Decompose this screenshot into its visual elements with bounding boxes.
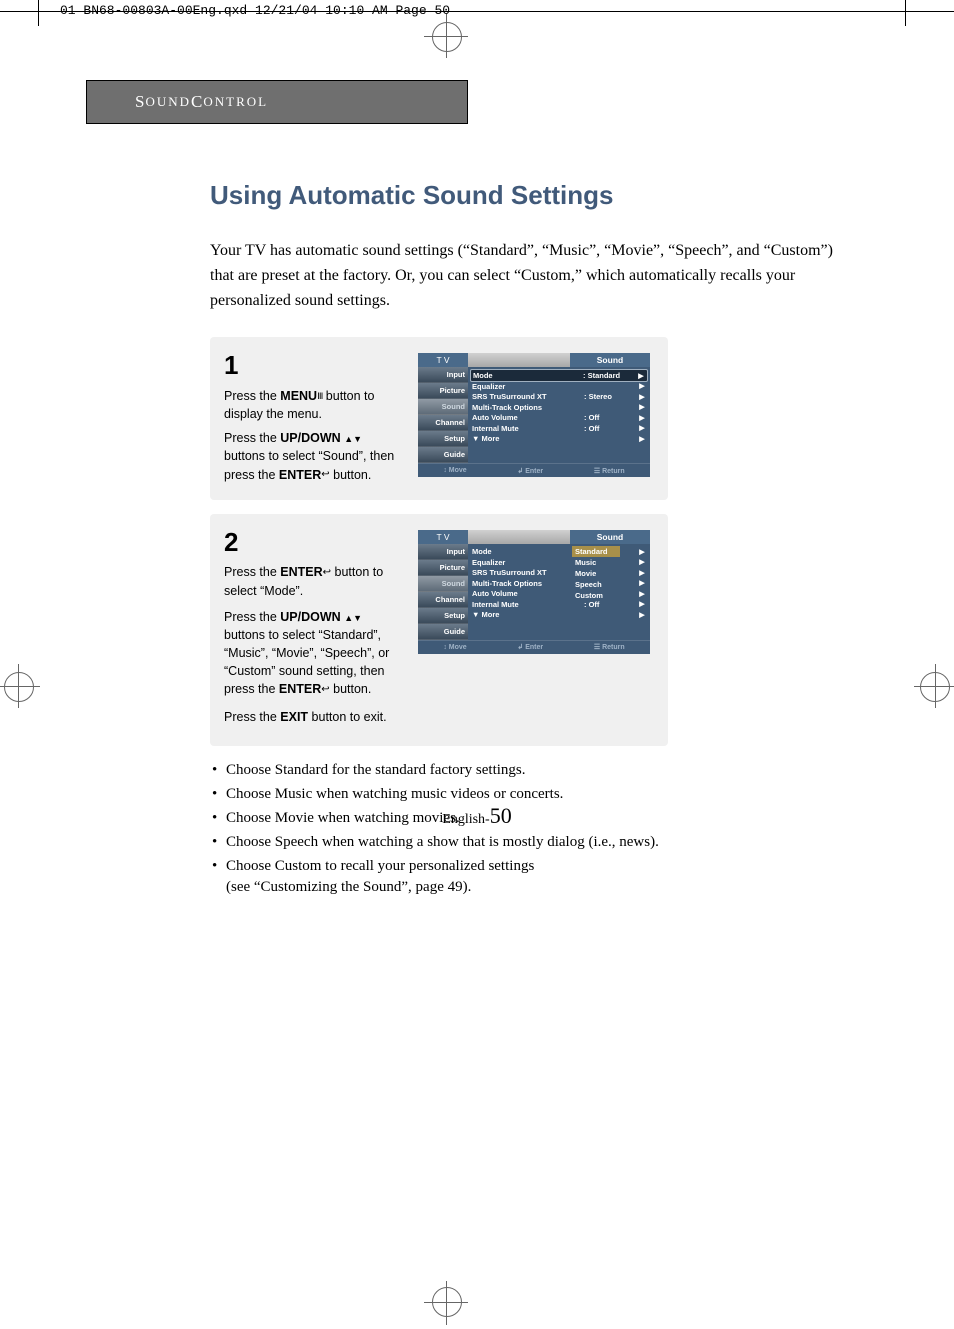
osd-footer-hint: ↕ Move [443,644,466,651]
osd-left-item: Picture [418,383,468,399]
page-title: Using Automatic Sound Settings [210,180,850,211]
osd-popup-item: Speech [572,579,620,590]
registration-cross [446,1281,447,1325]
down-arrow-icon [353,610,362,624]
osd-footer: ↕ Move ↲ Enter ☰ Return [418,640,650,654]
registration-cross [914,686,954,687]
slugline: 01 BN68-00803A-00Eng.qxd 12/21/04 10:10 … [60,3,450,18]
osd-popup-item: Movie [572,568,620,579]
osd-left-item: Channel [418,592,468,608]
osd-mode-popup: StandardMusicMovieSpeechCustom [572,546,620,601]
footer-page-number: 50 [490,803,512,828]
step-1-line-1: Press the MENU Ⅲ button to display the m… [224,387,404,423]
note-item: Choose Standard for the standard factory… [226,760,850,781]
osd-popup-item: Custom [572,590,620,601]
osd-left-menu: InputPictureSoundChannelSetupGuide [418,544,468,640]
step-1-line-2: Press the UP/DOWN buttons to select “Sou… [224,429,404,483]
notes-list: Choose Standard for the standard factory… [210,760,850,898]
note-item: Choose Speech when watching a show that … [226,832,850,853]
step-number: 2 [224,524,404,562]
registration-mark-left [4,672,34,702]
enter-icon: ↩ [321,683,329,698]
osd-menu-row: ▼ More▶ [472,433,646,444]
osd-left-item: Input [418,544,468,560]
page-footer: English-50 [86,803,868,829]
osd-tab-sound: Sound [570,353,650,367]
registration-mark-top [432,22,462,52]
osd-menu-row: Internal Mute: Off▶ [472,423,646,434]
content: Using Automatic Sound Settings Your TV h… [210,180,850,898]
enter-icon: ↩ [321,468,329,483]
registration-cross [0,686,40,687]
osd-popup-item: Music [572,557,620,568]
osd-screenshot-1: T V Sound InputPictureSoundChannelSetupG… [418,353,650,477]
osd-right-panel: StandardMusicMovieSpeechCustom Mode▶Equa… [468,544,650,640]
osd-menu-row: Mode: Standard▶ [470,369,648,382]
osd-left-item: Input [418,367,468,383]
registration-cross [446,14,447,58]
registration-cross [18,664,19,708]
osd-menu-row: Auto Volume: Off▶ [472,412,646,423]
step-1-text: 1 Press the MENU Ⅲ button to display the… [224,347,404,483]
osd-right-panel: Mode: Standard▶Equalizer▶SRS TruSurround… [468,367,650,463]
osd-menu-row: SRS TruSurround XT: Stereo▶ [472,391,646,402]
osd-footer-hint: ☰ Return [594,643,625,651]
step-2-line-1: Press the ENTER↩ button to select “Mode”… [224,563,404,599]
page: SOUND CONTROL Using Automatic Sound Sett… [86,80,868,901]
osd-menu-row: Equalizer▶ [472,381,646,392]
osd-menu-row: ▼ More▶ [472,610,646,621]
osd-left-item: Sound [418,576,468,592]
osd-left-item: Setup [418,608,468,624]
step-2: 2 Press the ENTER↩ button to select “Mod… [210,514,668,747]
osd-tab-tv: T V [418,530,468,544]
down-arrow-icon [353,431,362,445]
osd-left-item: Guide [418,624,468,640]
step-2-text: 2 Press the ENTER↩ button to select “Mod… [224,524,404,727]
osd-left-item: Picture [418,560,468,576]
osd-footer: ↕ Move ↲ Enter ☰ Return [418,463,650,477]
crop-tick [38,0,39,26]
note-item: Choose Custom to recall your personalize… [226,856,850,898]
osd-tab-sound: Sound [570,530,650,544]
osd-footer-hint: ☰ Return [594,467,625,475]
osd-footer-hint: ↕ Move [443,467,466,474]
osd-menu-row: Internal Mute: Off▶ [472,599,646,610]
section-title: SOUND CONTROL [87,81,467,123]
step-number: 1 [224,347,404,385]
section-header: SOUND CONTROL [86,80,468,124]
osd-tab-tv: T V [418,353,468,367]
intro-paragraph: Your TV has automatic sound settings (“S… [210,239,850,313]
step-2-line-3: Press the EXIT button to exit. [224,708,404,726]
osd-popup-item: Standard [572,546,620,557]
step-1: 1 Press the MENU Ⅲ button to display the… [210,337,668,499]
osd-footer-hint: ↲ Enter [517,467,543,475]
crop-tick [905,0,906,26]
footer-lang: English- [442,812,489,827]
up-arrow-icon [344,431,353,445]
osd-left-item: Setup [418,431,468,447]
osd-left-menu: InputPictureSoundChannelSetupGuide [418,367,468,463]
registration-cross [935,664,936,708]
up-arrow-icon [344,610,353,624]
osd-footer-hint: ↲ Enter [517,643,543,651]
osd-menu-row: Multi-Track Options▶ [472,402,646,413]
osd-left-item: Sound [418,399,468,415]
osd-left-item: Channel [418,415,468,431]
osd-screenshot-2: T V Sound InputPictureSoundChannelSetupG… [418,530,650,654]
enter-icon: ↩ [323,566,331,581]
step-2-line-2: Press the UP/DOWN buttons to select “Sta… [224,608,404,699]
osd-left-item: Guide [418,447,468,463]
note-item: Choose Music when watching music videos … [226,784,850,805]
